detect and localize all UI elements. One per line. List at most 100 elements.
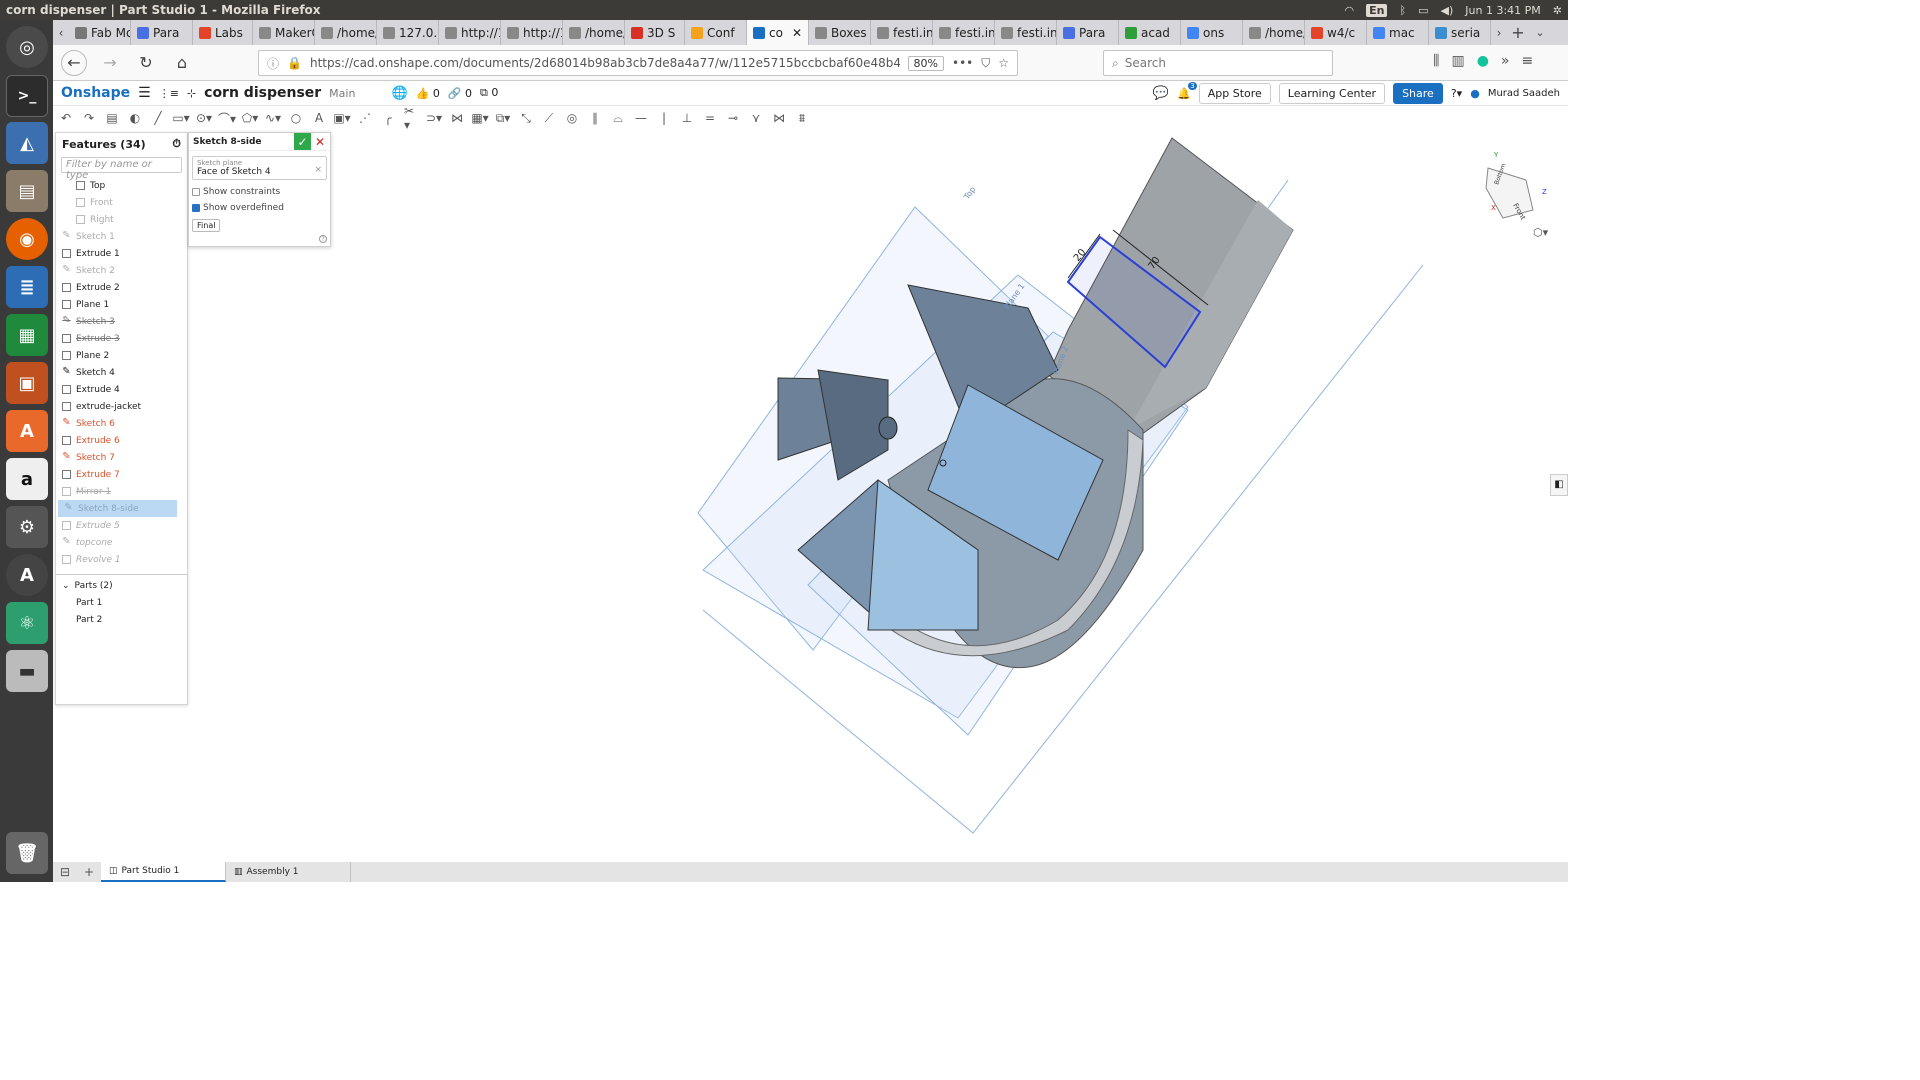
clear-plane-icon[interactable]: × — [314, 165, 322, 175]
part-item[interactable]: Part 1 — [56, 594, 187, 611]
tabs-scroll-left-icon[interactable]: ‹ — [53, 20, 69, 45]
firefox-icon[interactable]: ◉ — [6, 218, 48, 260]
view-cube[interactable]: Bottom Front X Y Z — [1485, 151, 1547, 222]
feature-item[interactable]: ✎ topcone — [56, 534, 187, 551]
atom-icon[interactable]: ⚛ — [6, 602, 48, 644]
new-tab-icon[interactable]: + — [1507, 20, 1529, 45]
feature-item[interactable]: Plane 2 — [56, 347, 187, 364]
horizontal-icon[interactable]: — — [634, 111, 648, 125]
links-count[interactable]: 🔗 0 — [448, 87, 472, 100]
feature-item[interactable]: ✎ Sketch 2 — [56, 262, 187, 279]
equal-icon[interactable]: = — [703, 111, 717, 125]
tangent-icon[interactable]: ⌓ — [611, 111, 625, 125]
writer-icon[interactable]: ≣ — [6, 266, 48, 308]
mirror-icon[interactable]: ⋈ — [450, 111, 464, 125]
text-icon[interactable]: A — [312, 111, 326, 125]
browser-tab[interactable]: MakerC — [253, 20, 315, 45]
url-bar[interactable]: ⓘ 🔒 https://cad.onshape.com/documents/2d… — [258, 50, 1018, 76]
files-icon[interactable]: ▤ — [6, 170, 48, 212]
browser-tab[interactable]: http://1 — [501, 20, 563, 45]
battery-icon[interactable]: ▭ — [1418, 4, 1428, 17]
sidebar-icon[interactable]: ▥ — [1451, 53, 1464, 69]
feature-item[interactable]: Extrude 7 — [56, 466, 187, 483]
browser-tab[interactable]: Labs — [193, 20, 253, 45]
feature-item[interactable]: Mirror 1 — [56, 483, 187, 500]
page-actions-icon[interactable]: ••• — [952, 56, 973, 70]
feature-item[interactable]: Extrude 2 — [56, 279, 187, 296]
circle-icon[interactable]: ⊙▾ — [196, 111, 212, 125]
browser-tab[interactable]: /home/ — [315, 20, 377, 45]
library-icon[interactable]: ⫼ — [1433, 53, 1439, 69]
tabs-scroll-right-icon[interactable]: › — [1491, 20, 1507, 45]
help-icon[interactable]: ?▾ — [1451, 87, 1462, 100]
transform-icon[interactable]: ⧉▾ — [496, 111, 511, 125]
browser-tab[interactable]: festi.inf — [995, 20, 1057, 45]
grammarly-icon[interactable]: ● — [1477, 53, 1489, 69]
fillet-icon[interactable]: ╭ — [381, 111, 395, 125]
view-options-icon[interactable]: ⬡▾ — [1533, 226, 1549, 239]
browser-tab[interactable]: co ✕ — [747, 20, 809, 45]
ubuntu-dash-icon[interactable]: ◎ — [6, 26, 48, 68]
hamburger-menu-icon[interactable]: ≡ — [1521, 53, 1533, 69]
settings-gear-icon[interactable]: ✲ — [1553, 4, 1562, 17]
browser-tab[interactable]: mac — [1367, 20, 1429, 45]
overflow-chevron-icon[interactable]: » — [1501, 53, 1510, 69]
app-3d-icon[interactable]: ◭ — [6, 122, 48, 164]
workspace-branch[interactable]: Main — [329, 87, 355, 100]
normal-icon[interactable]: ⋎ — [749, 111, 763, 125]
keyboard-layout[interactable]: En — [1366, 3, 1388, 17]
dimension-icon[interactable]: ⤡ — [519, 111, 533, 125]
feature-list-toggle-icon[interactable]: ⋮≡ — [159, 87, 179, 100]
tab-assembly[interactable]: ▥ Assembly 1 — [226, 862, 351, 882]
spline-icon[interactable]: ∿▾ — [265, 111, 281, 125]
line-icon[interactable]: ╱ — [151, 111, 165, 125]
clock[interactable]: Jun 1 3:41 PM — [1465, 4, 1541, 17]
part-item[interactable]: Part 2 — [56, 611, 187, 628]
calc-icon[interactable]: ▦ — [6, 314, 48, 356]
bluetooth-icon[interactable]: ᛒ — [1399, 4, 1406, 17]
feature-item[interactable]: Extrude 3 — [56, 330, 187, 347]
help-icon[interactable]: ? — [319, 235, 327, 243]
wifi-icon[interactable]: ◠ — [1345, 4, 1355, 17]
learning-center-button[interactable]: Learning Center — [1278, 82, 1386, 104]
polygon-icon[interactable]: ⬠▾ — [242, 111, 258, 125]
feature-item[interactable]: extrude-jacket — [56, 398, 187, 415]
feature-item[interactable]: ✎ Sketch 7 — [56, 449, 187, 466]
browser-tab[interactable]: Para — [1057, 20, 1119, 45]
construction-icon[interactable]: ⋰ — [358, 111, 372, 125]
pocket-icon[interactable]: ⛉ — [981, 56, 990, 71]
bookmark-star-icon[interactable]: ☆ — [998, 56, 1009, 70]
feature-filter-input[interactable]: Filter by name or type — [61, 157, 182, 181]
onshape-logo[interactable]: Onshape — [61, 85, 130, 101]
updater-icon[interactable]: A — [6, 554, 48, 596]
rectangle-icon[interactable]: ▭▾ — [172, 111, 189, 125]
concentric-icon[interactable]: ◎ — [565, 111, 579, 125]
trash-icon[interactable]: 🗑 — [6, 832, 48, 874]
feature-item[interactable]: ✎ Sketch 8-side — [58, 500, 177, 517]
vertical-icon[interactable]: | — [657, 111, 671, 125]
browser-tab[interactable]: ons — [1181, 20, 1243, 45]
feature-item[interactable]: Extrude 5 — [56, 517, 187, 534]
parts-list-header[interactable]: ⌄ Parts (2) — [56, 577, 187, 594]
document-menu-icon[interactable]: ☰ — [138, 85, 151, 101]
arc-icon[interactable]: ⌒▾ — [218, 111, 236, 126]
show-overdefined-checkbox[interactable] — [192, 204, 200, 212]
software-center-icon[interactable]: A — [6, 410, 48, 452]
zoom-indicator[interactable]: 80% — [907, 55, 944, 71]
tab-manager-icon[interactable]: ⊟ — [53, 862, 77, 882]
feature-item[interactable]: ✎ Sketch 3 — [56, 313, 187, 330]
volume-icon[interactable]: ◀) — [1441, 4, 1454, 17]
user-avatar-icon[interactable]: ● — [1470, 87, 1480, 100]
url-text[interactable]: https://cad.onshape.com/documents/2d6801… — [310, 56, 900, 70]
close-tab-icon[interactable]: ✕ — [792, 26, 802, 40]
public-globe-icon[interactable]: 🌐 — [391, 86, 407, 101]
undo-icon[interactable]: ↶ — [59, 111, 73, 125]
browser-tab[interactable]: festi.inf — [871, 20, 933, 45]
redo-icon[interactable]: ↷ — [82, 111, 96, 125]
offset-icon[interactable]: ⊃▾ — [426, 111, 442, 125]
browser-tab[interactable]: seria — [1429, 20, 1491, 45]
configurations-icon[interactable]: ⊹ — [187, 87, 196, 100]
amazon-icon[interactable]: a — [6, 458, 48, 500]
browser-tab[interactable]: /home/ — [563, 20, 625, 45]
feature-item[interactable]: Extrude 4 — [56, 381, 187, 398]
